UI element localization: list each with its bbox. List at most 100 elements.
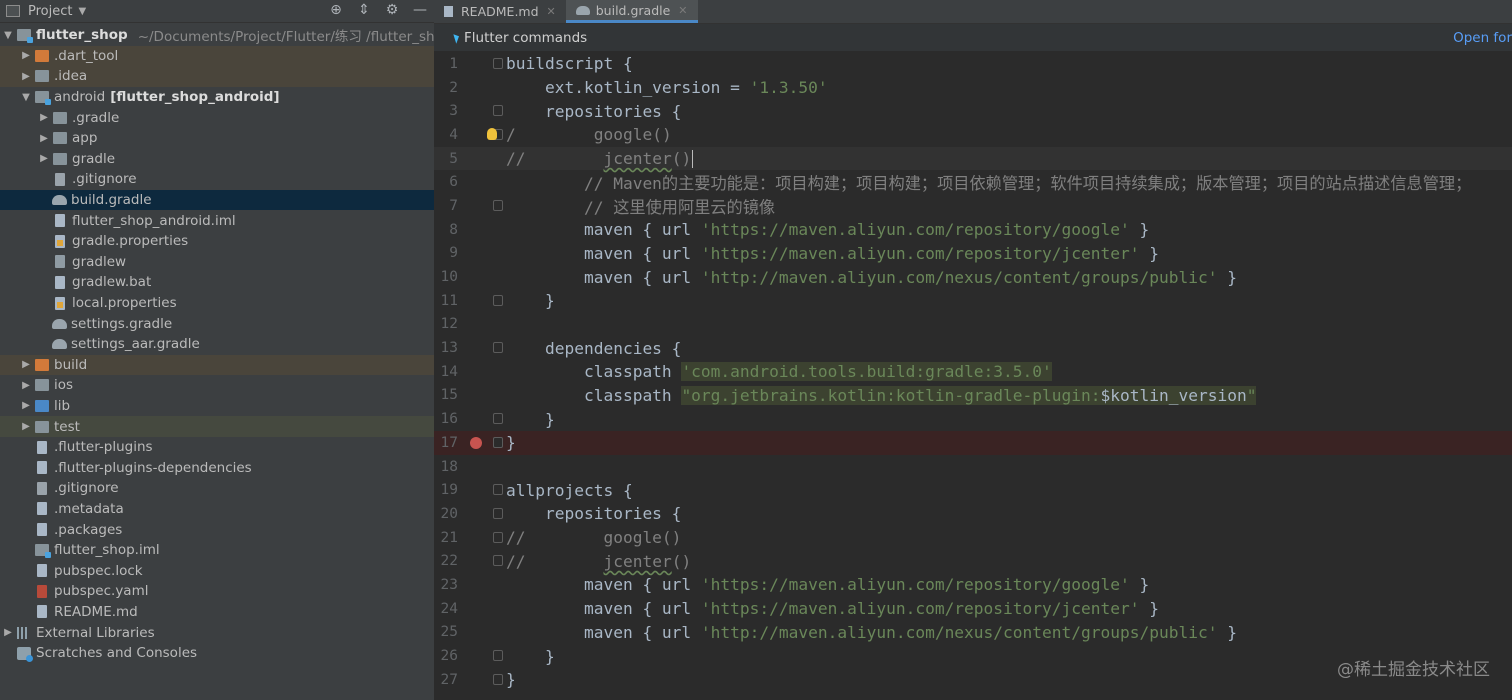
chevron-right-icon[interactable]: ▶ [2, 627, 14, 638]
line-number[interactable]: 21 [434, 530, 458, 546]
tree-item[interactable]: pubspec.yaml [0, 581, 434, 602]
code-line[interactable]: 8 maven { url 'https://maven.aliyun.com/… [434, 218, 1512, 242]
tree-item[interactable]: .flutter-plugins-dependencies [0, 457, 434, 478]
line-number[interactable]: 7 [434, 198, 458, 214]
line-number[interactable]: 11 [434, 293, 458, 309]
line-number[interactable]: 27 [434, 672, 458, 688]
code-line[interactable]: 22 // jcenter() [434, 549, 1512, 573]
collapse-all-icon[interactable]: ⇕ [356, 2, 372, 18]
tree-item[interactable]: ▶ lib [0, 396, 434, 417]
code-line[interactable]: 11 } [434, 289, 1512, 313]
chevron-right-icon[interactable]: ▶ [20, 50, 32, 61]
tree-item[interactable]: README.md [0, 602, 434, 623]
gutter[interactable] [458, 147, 506, 171]
code-line[interactable]: 13 dependencies { [434, 336, 1512, 360]
gutter[interactable] [458, 123, 506, 147]
code-line[interactable]: 10 maven { url 'http://maven.aliyun.com/… [434, 265, 1512, 289]
chevron-down-icon[interactable]: ▼ [20, 92, 32, 103]
project-panel-header[interactable]: Project ▼ ⊕ ⇕ ⚙ — [0, 0, 434, 23]
fold-marker-icon[interactable] [493, 484, 503, 496]
line-number[interactable]: 18 [434, 459, 458, 475]
chevron-right-icon[interactable]: ▶ [20, 380, 32, 391]
fold-marker-icon[interactable] [493, 342, 503, 354]
tree-item[interactable]: .gitignore [0, 169, 434, 190]
line-number[interactable]: 15 [434, 387, 458, 403]
code-line[interactable]: 17} [434, 431, 1512, 455]
tree-item[interactable]: settings_aar.gradle [0, 334, 434, 355]
code-line[interactable]: 7 // 这里使用阿里云的镜像 [434, 194, 1512, 218]
code-line[interactable]: 15 classpath "org.jetbrains.kotlin:kotli… [434, 384, 1512, 408]
gutter[interactable] [458, 99, 506, 123]
code-line[interactable]: 3 repositories { [434, 99, 1512, 123]
tree-item[interactable]: ▶ app [0, 128, 434, 149]
chevron-right-icon[interactable]: ▶ [38, 153, 50, 164]
chevron-right-icon[interactable]: ▶ [20, 400, 32, 411]
tree-item[interactable]: settings.gradle [0, 313, 434, 334]
gutter[interactable] [458, 52, 506, 76]
gutter[interactable] [458, 218, 506, 242]
line-number[interactable]: 22 [434, 553, 458, 569]
gutter[interactable] [458, 455, 506, 479]
tree-item[interactable]: build.gradle [0, 189, 434, 211]
tree-item[interactable]: ▶ test [0, 416, 434, 437]
chevron-right-icon[interactable]: ▶ [20, 71, 32, 82]
breakpoint-icon[interactable] [470, 437, 482, 449]
chevron-right-icon[interactable]: ▶ [20, 421, 32, 432]
code-line[interactable]: 1 buildscript { [434, 52, 1512, 76]
locate-icon[interactable]: ⊕ [328, 2, 344, 18]
gutter[interactable] [458, 336, 506, 360]
tree-item[interactable]: .packages [0, 519, 434, 540]
chevron-right-icon[interactable]: ▶ [38, 112, 50, 123]
chevron-down-icon[interactable]: ▼ [2, 30, 14, 41]
code-line[interactable]: 18 [434, 455, 1512, 479]
gutter[interactable] [458, 360, 506, 384]
gutter[interactable] [458, 289, 506, 313]
code-editor[interactable]: 1 buildscript {2 ext.kotlin_version = '1.… [434, 52, 1512, 692]
line-number[interactable]: 5 [434, 151, 458, 167]
gutter[interactable] [458, 76, 506, 100]
gutter[interactable] [458, 668, 506, 692]
code-line[interactable]: 19 allprojects { [434, 478, 1512, 502]
line-number[interactable]: 20 [434, 506, 458, 522]
line-number[interactable]: 4 [434, 127, 458, 143]
code-line[interactable]: 14 classpath 'com.android.tools.build:gr… [434, 360, 1512, 384]
line-number[interactable]: 17 [434, 435, 458, 451]
gutter[interactable] [458, 407, 506, 431]
editor-tab[interactable]: build.gradle ✕ [565, 0, 698, 23]
gutter[interactable] [458, 526, 506, 550]
code-line[interactable]: 24 maven { url 'https://maven.aliyun.com… [434, 597, 1512, 621]
line-number[interactable]: 24 [434, 601, 458, 617]
tree-item[interactable]: .flutter-plugins [0, 437, 434, 458]
fold-marker-icon[interactable] [493, 673, 503, 685]
code-line[interactable]: 5 // jcenter() [434, 146, 1512, 171]
gutter[interactable] [458, 573, 506, 597]
code-line[interactable]: 23 maven { url 'https://maven.aliyun.com… [434, 573, 1512, 597]
line-number[interactable]: 19 [434, 482, 458, 498]
tree-item[interactable]: ▼ flutter_shop ~/Documents/Project/Flutter… [0, 25, 434, 46]
gutter[interactable] [458, 313, 506, 337]
gutter[interactable] [458, 597, 506, 621]
tree-item[interactable]: ▶ .idea [0, 66, 434, 87]
line-number[interactable]: 13 [434, 340, 458, 356]
tree-item[interactable]: Scratches and Consoles [0, 643, 434, 664]
gutter[interactable] [458, 242, 506, 266]
fold-marker-icon[interactable] [493, 105, 503, 117]
tree-item[interactable]: ▶ build [0, 354, 434, 376]
tree-item[interactable]: local.properties [0, 293, 434, 314]
line-number[interactable]: 25 [434, 624, 458, 640]
fold-marker-icon[interactable] [493, 437, 503, 448]
code-line[interactable]: 16 } [434, 407, 1512, 431]
line-number[interactable]: 23 [434, 577, 458, 593]
fold-marker-icon[interactable] [493, 555, 503, 567]
code-line[interactable]: 2 ext.kotlin_version = '1.3.50' [434, 76, 1512, 100]
tree-item[interactable]: ▶ ios [0, 375, 434, 396]
code-line[interactable]: 4 / google() [434, 123, 1512, 147]
lightbulb-icon[interactable] [487, 128, 497, 141]
fold-marker-icon[interactable] [493, 531, 503, 543]
code-line[interactable]: 12 [434, 313, 1512, 337]
line-number[interactable]: 16 [434, 411, 458, 427]
fold-marker-icon[interactable] [493, 58, 503, 69]
gutter[interactable] [458, 621, 506, 645]
tree-item[interactable]: .gitignore [0, 478, 434, 499]
gear-icon[interactable]: ⚙ [384, 2, 400, 18]
